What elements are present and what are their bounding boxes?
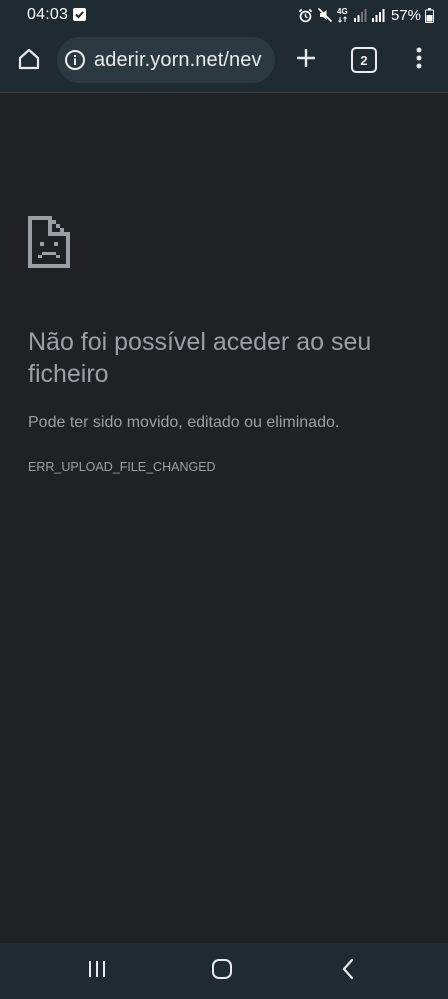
more-vert-icon [416,47,422,74]
plus-icon [295,47,317,74]
menu-button[interactable] [404,43,434,77]
status-time: 04:03 [27,6,69,23]
system-nav-bar [0,943,448,999]
tab-count: 2 [360,52,368,68]
status-icons: 4G 57% [298,5,434,25]
signal-icon-2 [371,8,385,22]
alarm-icon [298,8,313,23]
browser-screen: 04:03 4G 57% aderir.yorn.net/nev 2 Não f… [0,0,448,999]
signal-icon-1 [353,8,367,22]
notification-check-icon [73,8,86,21]
recents-icon [87,960,107,983]
home-icon [17,47,41,76]
back-icon [341,958,355,985]
new-tab-button[interactable] [289,43,323,77]
error-code: ERR_UPLOAD_FILE_CHANGED [28,460,216,474]
url-text[interactable]: aderir.yorn.net/nev [94,49,262,72]
nav-home-icon [211,958,233,985]
tab-switcher-button[interactable]: 2 [351,47,377,73]
address-bar[interactable]: aderir.yorn.net/nev [57,37,275,83]
status-bar: 04:03 4G 57% [0,0,448,30]
browser-toolbar: aderir.yorn.net/nev 2 [0,30,448,93]
network-type-icon: 4G [337,6,349,24]
mute-icon [317,7,333,23]
system-home-button[interactable] [207,957,237,985]
back-button[interactable] [333,957,363,985]
error-title: Não foi possível aceder ao seu ficheiro [28,328,372,388]
svg-text:4G: 4G [337,7,348,16]
info-icon[interactable] [64,49,86,71]
sad-file-icon [28,216,70,268]
battery-percent: 57% [390,6,421,24]
battery-icon [425,7,434,23]
home-button[interactable] [12,44,46,78]
recents-button[interactable] [82,958,112,984]
error-description: Pode ter sido movido, editado ou elimina… [28,414,340,431]
